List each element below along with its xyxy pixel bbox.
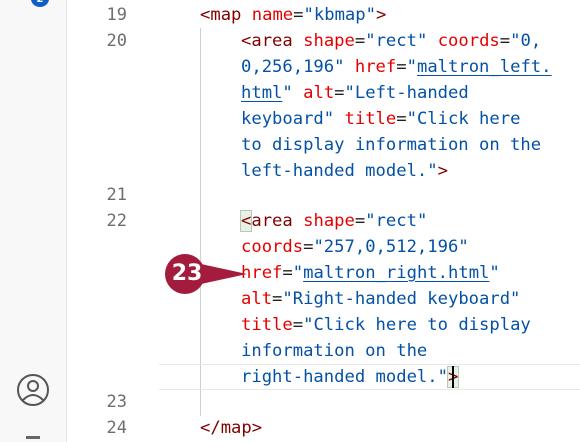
href-link-right[interactable]: maltron_right.html: [303, 263, 489, 283]
code-line-22-wrap: title="Click here to display: [241, 315, 531, 335]
code-editor[interactable]: 19 20 21 22 23 24 <map name="kbmap"> <ar…: [67, 0, 580, 442]
code-line-20-wrap: 0,256,196" href="maltron_left.: [241, 57, 552, 77]
code-line-22-wrap: information on the: [241, 341, 428, 361]
code-line-20-wrap: html" alt="Left-handed: [241, 83, 469, 103]
code-line-22-wrap: coords="257,0,512,196": [241, 237, 469, 257]
code-line-24: </map>: [200, 418, 263, 438]
code-line-20-wrap: left-handed model.">: [241, 161, 448, 181]
settings-icon[interactable]: [24, 434, 44, 442]
matched-bracket: <: [239, 210, 253, 232]
code-area[interactable]: <map name="kbmap"> <area shape="rect" co…: [67, 0, 580, 442]
code-line-22: <area shape="rect": [239, 210, 428, 232]
code-line-20: <area shape="rect" coords="0,: [241, 31, 542, 51]
indent-guide: [200, 28, 201, 416]
text-cursor: [452, 366, 454, 388]
step-callout-label: 23: [171, 261, 203, 286]
href-link-left-cont[interactable]: html: [241, 83, 282, 103]
code-line-22-wrap: right-handed model.">: [241, 364, 460, 390]
href-link-left[interactable]: maltron_left.: [417, 57, 552, 77]
activity-bar: 2: [0, 0, 67, 442]
code-line-19: <map name="kbmap">: [200, 5, 387, 25]
code-line-20-wrap: keyboard" title="Click here: [241, 109, 521, 129]
account-icon[interactable]: [16, 373, 50, 407]
code-line-22-wrap: alt="Right-handed keyboard": [241, 289, 521, 309]
code-line-22-wrap: href="maltron_right.html": [241, 263, 500, 283]
code-line-20-wrap: to display information on the: [241, 135, 542, 155]
